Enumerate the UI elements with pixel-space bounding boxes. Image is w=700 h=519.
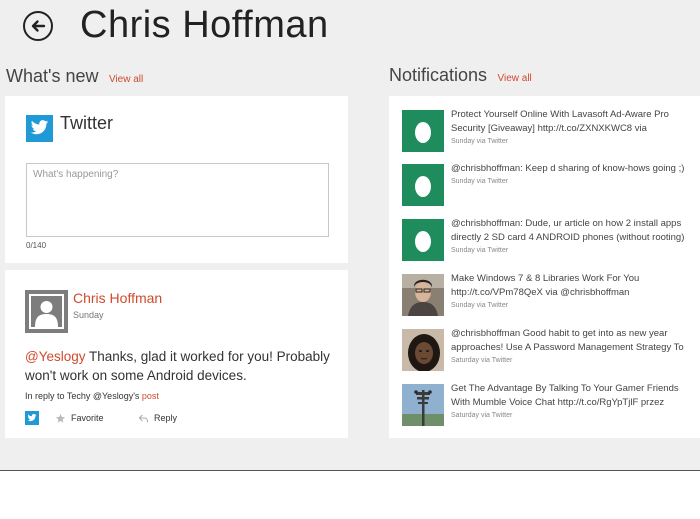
twitter-account-name: Twitter xyxy=(60,113,114,133)
page-title: Chris Hoffman xyxy=(80,4,329,46)
notification-line: Protect Yourself Online With Lavasoft Ad… xyxy=(451,109,669,120)
star-icon xyxy=(55,414,66,423)
notification-item[interactable]: @chrisbhoffman: Dude, ur article on how … xyxy=(402,217,700,263)
notification-item[interactable]: Protect Yourself Online With Lavasoft Ad… xyxy=(402,108,700,154)
egg-avatar-icon xyxy=(402,219,444,261)
in-reply-to-text: In reply to Techy @Yeslogy's xyxy=(25,391,142,401)
notification-text: @chrisbhoffman: Dude, ur article on how … xyxy=(451,217,700,256)
user-photo-avatar xyxy=(402,329,444,371)
notification-meta: Saturday via Twitter xyxy=(451,357,513,364)
notification-item[interactable]: Get The Advantage By Talking To Your Gam… xyxy=(402,382,700,428)
notification-line: Security [Giveaway] http://t.co/ZXNXKWC8… xyxy=(451,123,647,134)
user-photo-avatar xyxy=(402,384,444,426)
tweet-timestamp: Sunday xyxy=(73,310,104,320)
notifications-card: Protect Yourself Online With Lavasoft Ad… xyxy=(389,96,700,438)
notification-line: With Mumble Voice Chat http://t.co/RgYpT… xyxy=(451,397,665,408)
egg-avatar-icon xyxy=(402,110,444,152)
notification-meta: Sunday via Twitter xyxy=(451,138,509,145)
tweet-author-link[interactable]: Chris Hoffman xyxy=(73,290,162,306)
user-avatar[interactable] xyxy=(25,290,68,333)
tweet-compose-input[interactable]: What's happening? xyxy=(26,163,329,237)
twitter-compose-card: Twitter What's happening? 0/140 xyxy=(5,96,348,263)
notifications-header: Notifications View all xyxy=(389,65,532,86)
notifications-heading: Notifications xyxy=(389,65,488,85)
notification-item[interactable]: Make Windows 7 & 8 Libraries Work For Yo… xyxy=(402,272,700,318)
character-counter: 0/140 xyxy=(26,241,47,250)
notification-text: Protect Yourself Online With Lavasoft Ad… xyxy=(451,108,700,147)
user-photo-avatar xyxy=(402,274,444,316)
notification-line: directly 2 SD card 4 ANDROID phones (wit… xyxy=(451,232,685,243)
reply-post-link[interactable]: post xyxy=(142,391,159,401)
back-arrow-icon xyxy=(31,20,46,32)
whats-new-heading: What's new xyxy=(6,66,99,86)
notification-line: @chrisbhoffman: Keep d sharing of know-h… xyxy=(451,163,685,174)
tweet-body: @Yeslogy Thanks, glad it worked for you!… xyxy=(25,347,343,385)
whats-new-view-all-link[interactable]: View all xyxy=(109,74,143,85)
notification-line: Make Windows 7 & 8 Libraries Work For Yo… xyxy=(451,273,640,284)
notification-meta: Sunday via Twitter xyxy=(451,178,509,185)
person-silhouette-icon xyxy=(25,290,68,333)
twitter-logo-icon xyxy=(26,115,53,142)
twitter-source-icon xyxy=(25,411,39,425)
notification-line: approaches! Use A Password Management St… xyxy=(451,342,684,353)
notification-line: http://t.co/VPm78QeX via @chrisbhoffman xyxy=(451,287,630,298)
tweet-mention-link[interactable]: @Yeslogy xyxy=(25,349,86,364)
notifications-view-all-link[interactable]: View all xyxy=(498,73,532,84)
reply-arrow-icon xyxy=(138,414,149,423)
notification-meta: Sunday via Twitter xyxy=(451,302,509,309)
reply-label: Reply xyxy=(154,413,178,423)
notification-text: Make Windows 7 & 8 Libraries Work For Yo… xyxy=(451,272,700,311)
notification-text: Get The Advantage By Talking To Your Gam… xyxy=(451,382,700,421)
notification-item[interactable]: @chrisbhoffman: Keep d sharing of know-h… xyxy=(402,162,700,208)
in-reply-to-line: In reply to Techy @Yeslogy's post xyxy=(25,391,159,401)
app-window: Chris Hoffman What's new View all Notifi… xyxy=(0,0,700,471)
whats-new-header: What's new View all xyxy=(6,66,143,87)
back-button[interactable] xyxy=(23,11,53,41)
notification-meta: Saturday via Twitter xyxy=(451,412,513,419)
favorite-label: Favorite xyxy=(71,413,104,423)
notification-meta: Sunday via Twitter xyxy=(451,247,509,254)
notification-item[interactable]: @chrisbhoffman Good habit to get into as… xyxy=(402,327,700,373)
notification-text: @chrisbhoffman: Keep d sharing of know-h… xyxy=(451,162,700,187)
egg-avatar-icon xyxy=(402,164,444,206)
notification-text: @chrisbhoffman Good habit to get into as… xyxy=(451,327,700,366)
tweet-actions: Favorite Reply xyxy=(25,411,325,425)
notification-line: Get The Advantage By Talking To Your Gam… xyxy=(451,383,679,394)
notification-line: @chrisbhoffman: Dude, ur article on how … xyxy=(451,218,682,229)
notification-line: @chrisbhoffman Good habit to get into as… xyxy=(451,328,668,339)
reply-button[interactable]: Reply xyxy=(138,411,177,425)
tweet-card: Chris Hoffman Sunday @Yeslogy Thanks, gl… xyxy=(5,270,348,438)
favorite-button[interactable]: Favorite xyxy=(55,411,104,425)
